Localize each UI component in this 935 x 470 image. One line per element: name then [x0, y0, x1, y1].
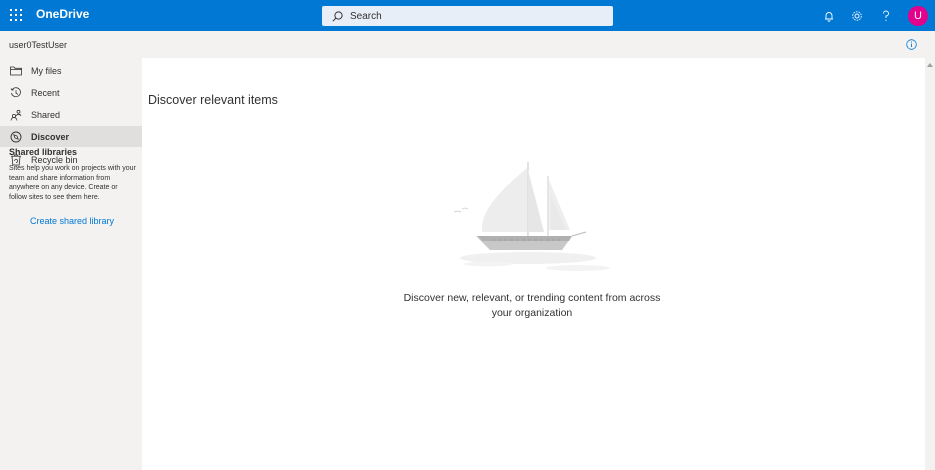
- help-icon[interactable]: [877, 7, 895, 25]
- top-bar: OneDrive U: [0, 0, 935, 31]
- sidebar-item-shared[interactable]: Shared: [0, 104, 142, 125]
- search-icon: [332, 10, 344, 22]
- gear-icon[interactable]: [848, 7, 866, 25]
- sailboat-illustration: [448, 156, 618, 274]
- user-name: user0TestUser: [9, 40, 68, 50]
- clock-icon: [10, 86, 22, 99]
- sidebar-item-recent[interactable]: Recent: [0, 82, 142, 103]
- waffle-icon[interactable]: [6, 5, 26, 25]
- info-icon[interactable]: [905, 38, 917, 50]
- scrollbar[interactable]: [925, 58, 935, 470]
- shared-libraries-description: Sites help you work on projects with you…: [9, 165, 136, 201]
- folder-icon: [10, 65, 22, 77]
- sidebar-item-label: Discover: [31, 131, 70, 142]
- bell-icon[interactable]: [820, 7, 838, 25]
- shared-libraries-heading: Shared libraries: [9, 147, 78, 157]
- left-nav: user0TestUser My files Recent Shared Dis…: [0, 31, 142, 470]
- empty-state-message: Discover new, relevant, or trending cont…: [403, 292, 661, 319]
- app-name-link[interactable]: OneDrive: [36, 7, 89, 21]
- create-shared-library-link[interactable]: Create shared library: [30, 216, 114, 226]
- sidebar-item-discover[interactable]: Discover: [0, 126, 142, 147]
- search-input[interactable]: [350, 10, 590, 22]
- sidebar-item-label: Shared: [31, 109, 61, 120]
- sidebar-item-label: My files: [31, 65, 62, 76]
- scroll-up-icon[interactable]: [925, 60, 935, 70]
- command-bar: [142, 31, 935, 58]
- sidebar-item-my-files[interactable]: My files: [0, 60, 142, 81]
- search-box[interactable]: [322, 6, 613, 26]
- compass-icon: [10, 131, 22, 143]
- page-title: Discover relevant items: [148, 93, 278, 107]
- sidebar-item-label: Recent: [31, 87, 60, 98]
- people-icon: [10, 109, 22, 121]
- avatar[interactable]: U: [908, 6, 928, 26]
